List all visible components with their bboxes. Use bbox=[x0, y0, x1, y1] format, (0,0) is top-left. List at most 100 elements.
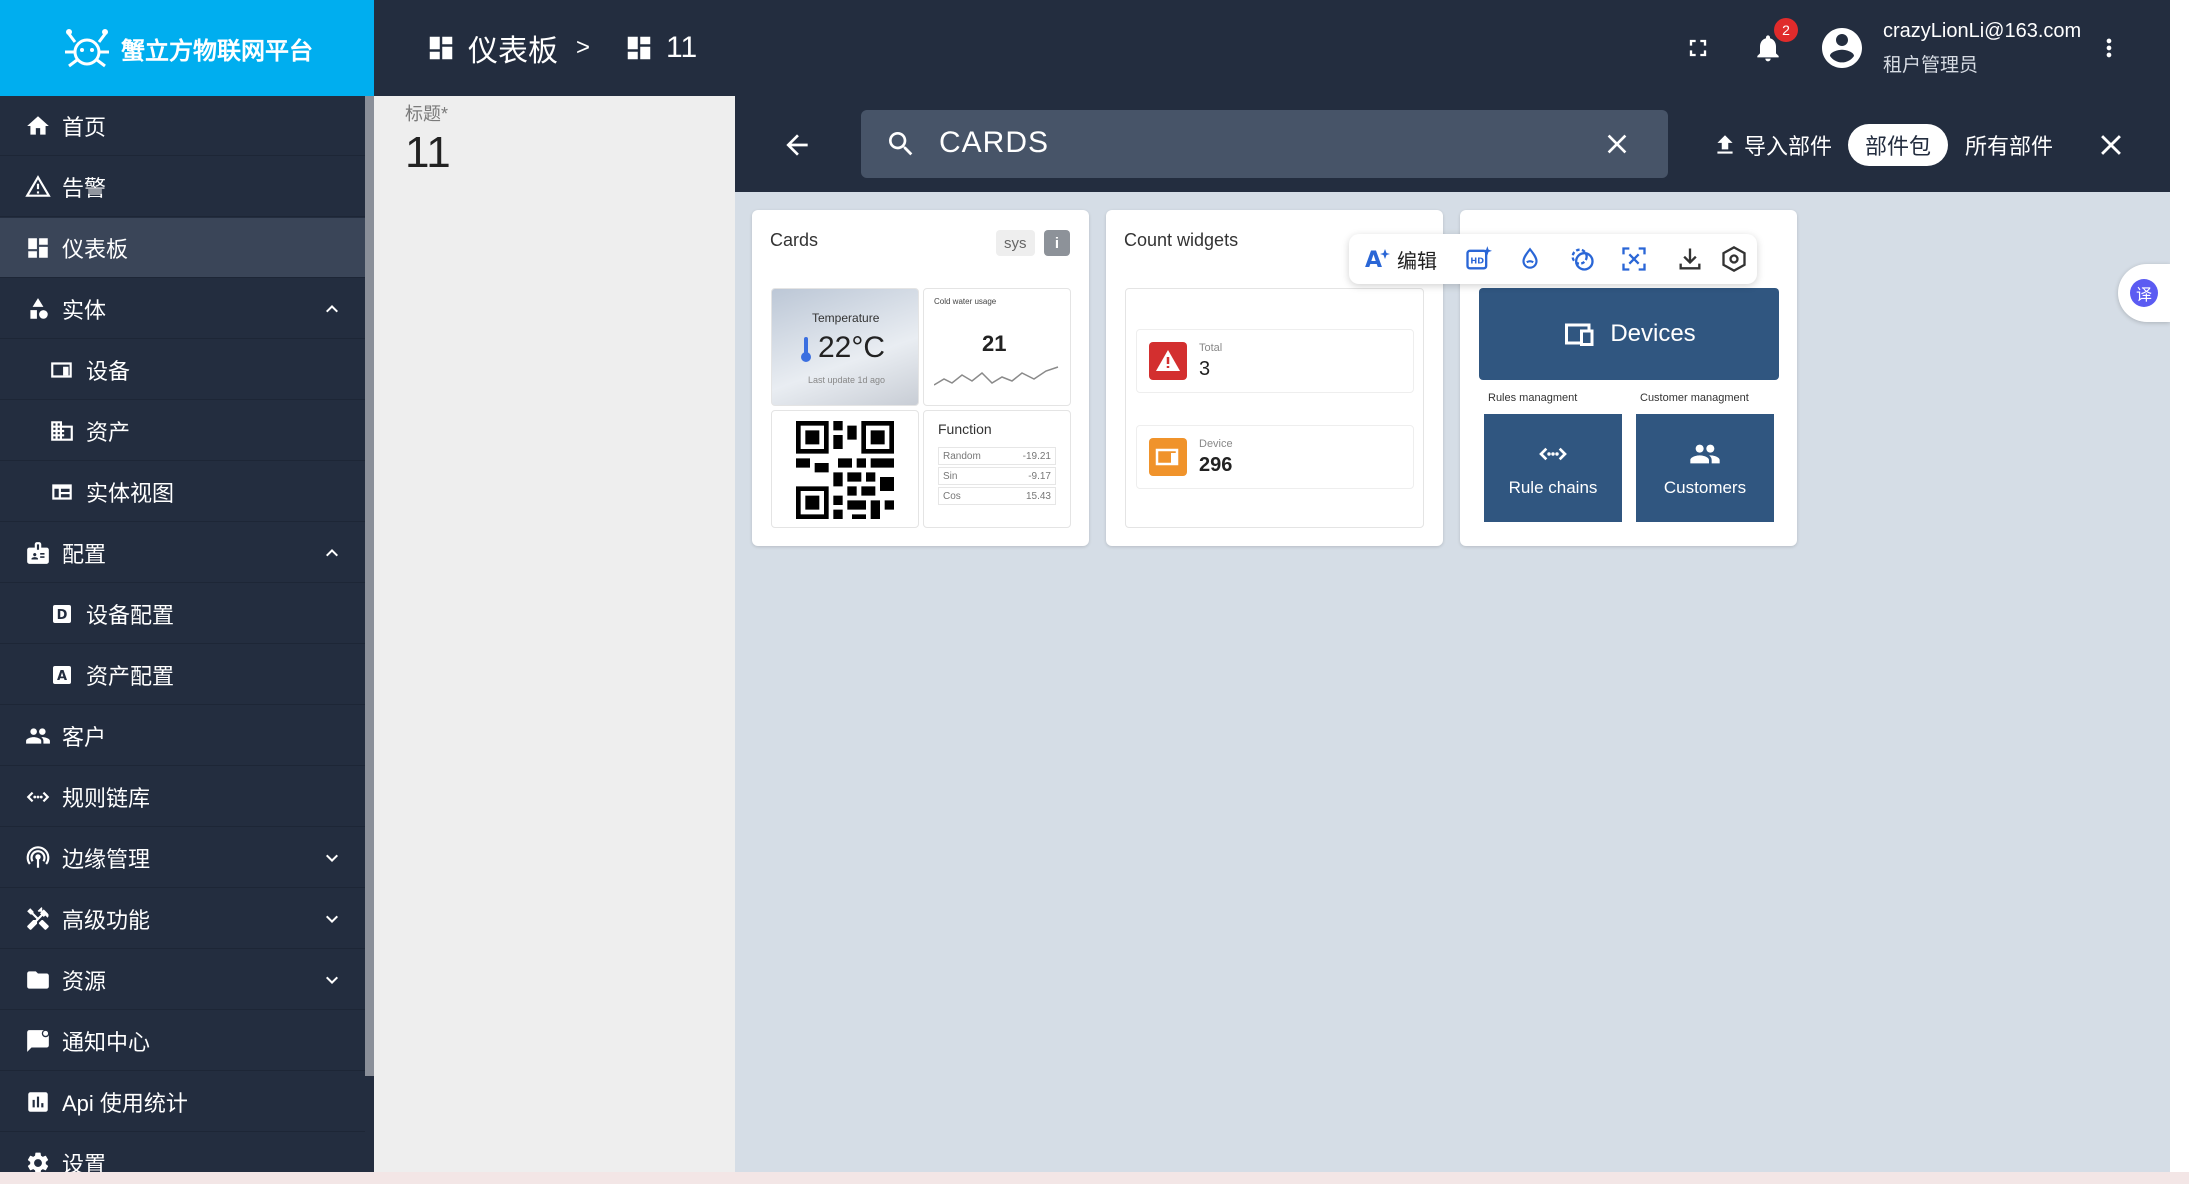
all-widgets-label: 所有部件 bbox=[1965, 134, 2054, 159]
water-label: Cold water usage bbox=[934, 297, 997, 306]
chevron-up-icon[interactable] bbox=[318, 539, 346, 567]
sidebar-item-advanced[interactable]: 高级功能 bbox=[0, 889, 365, 949]
customers-icon bbox=[1690, 444, 1720, 464]
upload-icon bbox=[1717, 135, 1733, 154]
svg-text:D: D bbox=[57, 608, 68, 623]
sparkline bbox=[934, 366, 1059, 386]
function-row-name: Sin bbox=[943, 471, 958, 482]
rule-chain-icon bbox=[24, 783, 52, 811]
user-role: 租户管理员 bbox=[1883, 55, 1979, 76]
devices-label: Devices bbox=[1610, 320, 1696, 347]
alarm-triangle-icon bbox=[1149, 342, 1187, 380]
chevron-down-icon[interactable] bbox=[318, 966, 346, 994]
more-menu-button[interactable] bbox=[2085, 24, 2133, 72]
close-icon bbox=[1607, 134, 1627, 154]
search-icon bbox=[889, 132, 913, 156]
function-row-value: -9.17 bbox=[1028, 471, 1051, 482]
devices-icon bbox=[1565, 323, 1594, 346]
back-button[interactable] bbox=[776, 124, 818, 166]
app-logo[interactable]: 蟹立方物联网平台 bbox=[0, 0, 374, 96]
breadcrumb-separator: > bbox=[576, 34, 591, 61]
sidebar-item-assets[interactable]: 资产 bbox=[0, 401, 365, 461]
translate-icon: 译 bbox=[2130, 279, 2158, 307]
sidebar-item-devices[interactable]: 设备 bbox=[0, 340, 365, 400]
import-widget-button[interactable]: 导入部件 bbox=[1712, 124, 1832, 166]
dashboard-icon bbox=[24, 234, 52, 262]
dashboard-title-panel bbox=[374, 96, 735, 1176]
sidebar-item-dashboards[interactable]: 仪表板 bbox=[0, 218, 365, 278]
widget-search-input[interactable]: CARDS bbox=[861, 110, 1668, 178]
clear-search-button[interactable] bbox=[1601, 128, 1633, 160]
sidebar-item-label: 规则链库 bbox=[62, 785, 151, 811]
system-tag: sys bbox=[996, 230, 1035, 256]
notification-center-icon bbox=[24, 1027, 52, 1055]
sidebar-item-label: 配置 bbox=[62, 541, 107, 567]
extension-settings-button[interactable] bbox=[1719, 244, 1749, 274]
sidebar-item-profiles[interactable]: 配置 bbox=[0, 523, 365, 583]
sidebar-item-api-usage[interactable]: Api 使用统计 bbox=[0, 1072, 365, 1132]
sidebar-item-entities[interactable]: 实体 bbox=[0, 279, 365, 339]
sidebar-item-notification-center[interactable]: 通知中心 bbox=[0, 1011, 365, 1071]
sidebar-item-label: 设备 bbox=[86, 358, 131, 384]
bundle-card-cards[interactable]: Cards sys i Temperature 22°C Last update… bbox=[752, 210, 1089, 546]
sidebar-item-label: 通知中心 bbox=[62, 1029, 151, 1055]
chevron-up-icon[interactable] bbox=[318, 295, 346, 323]
sidebar-item-resources[interactable]: 资源 bbox=[0, 950, 365, 1010]
fullscreen-button[interactable] bbox=[1674, 24, 1722, 72]
sidebar-item-home[interactable]: 首页 bbox=[0, 96, 365, 156]
count-row-total: Total 3 bbox=[1136, 329, 1414, 393]
sidebar-item-label: 资产 bbox=[86, 419, 131, 445]
function-table-preview: Function Random -19.21 Sin -9.17 Cos 15.… bbox=[923, 410, 1071, 528]
user-avatar[interactable] bbox=[1818, 24, 1866, 72]
breadcrumb-first: 仪表板 bbox=[468, 35, 558, 68]
sidebar-item-settings[interactable]: 设置 bbox=[0, 1133, 365, 1176]
ai-edit-button[interactable]: A 编辑 bbox=[1365, 244, 1437, 274]
translate-bubble[interactable]: 译 bbox=[2118, 264, 2170, 322]
fullscreen-icon bbox=[1689, 39, 1707, 57]
customers-icon bbox=[24, 722, 52, 750]
chevron-down-icon[interactable] bbox=[318, 905, 346, 933]
sidebar-item-label: 设备配置 bbox=[86, 602, 175, 628]
asset-profile-icon: A bbox=[48, 661, 76, 689]
qr-code-icon bbox=[796, 421, 894, 519]
watermark-button[interactable] bbox=[1515, 244, 1545, 274]
sidebar-item-device-profiles[interactable]: D 设备配置 bbox=[0, 584, 365, 644]
translate-image-button[interactable] bbox=[1619, 244, 1649, 274]
download-button[interactable] bbox=[1675, 244, 1705, 274]
close-selector-button[interactable] bbox=[2090, 124, 2132, 166]
function-row-value: -19.21 bbox=[1022, 451, 1051, 462]
sidebar-scrollbar[interactable] bbox=[365, 96, 374, 1076]
ai-text-icon: A bbox=[1365, 248, 1390, 272]
water-usage-preview: Cold water usage 21 bbox=[923, 288, 1071, 406]
more-vert-icon bbox=[2106, 38, 2112, 58]
chevron-down-icon[interactable] bbox=[318, 844, 346, 872]
breadcrumb-dashboards[interactable]: 仪表板 bbox=[426, 0, 558, 96]
function-title: Function bbox=[938, 421, 992, 437]
title-field-input[interactable]: 11 bbox=[405, 128, 451, 178]
sidebar-item-label: Api 使用统计 bbox=[62, 1090, 188, 1116]
sidebar-item-alarms[interactable]: 告警 bbox=[0, 157, 365, 217]
sidebar-item-entity-views[interactable]: 实体视图 bbox=[0, 462, 365, 522]
hexagon-settings-icon bbox=[1722, 245, 1746, 273]
count-value: 3 bbox=[1199, 358, 1211, 380]
crab-logo-icon bbox=[65, 29, 109, 68]
qr-code-preview bbox=[771, 410, 919, 528]
info-icon[interactable]: i bbox=[1044, 230, 1070, 256]
temperature-card-preview: Temperature 22°C Last update 1d ago bbox=[771, 288, 919, 406]
hd-button[interactable]: HD bbox=[1463, 244, 1493, 274]
sidebar-item-rule-chains[interactable]: 规则链库 bbox=[0, 767, 365, 827]
function-row: Random -19.21 bbox=[938, 447, 1056, 465]
tab-widget-bundles[interactable]: 部件包 bbox=[1848, 124, 1948, 166]
function-row-value: 15.43 bbox=[1025, 491, 1051, 502]
floating-image-toolbar: A 编辑 HD bbox=[1349, 234, 1757, 284]
tab-all-widgets[interactable]: 所有部件 bbox=[1965, 124, 2053, 166]
svg-text:HD: HD bbox=[1470, 256, 1484, 266]
sidebar-item-customers[interactable]: 客户 bbox=[0, 706, 365, 766]
sidebar-item-asset-profiles[interactable]: A 资产配置 bbox=[0, 645, 365, 705]
svg-text:A: A bbox=[1365, 248, 1382, 272]
user-email[interactable]: crazyLionLi@163.com bbox=[1883, 20, 2081, 43]
sidebar-item-label: 首页 bbox=[62, 114, 107, 140]
sidebar-item-edge[interactable]: 边缘管理 bbox=[0, 828, 365, 888]
dashboard-icon bbox=[429, 36, 453, 60]
remove-bg-button[interactable] bbox=[1567, 244, 1597, 274]
